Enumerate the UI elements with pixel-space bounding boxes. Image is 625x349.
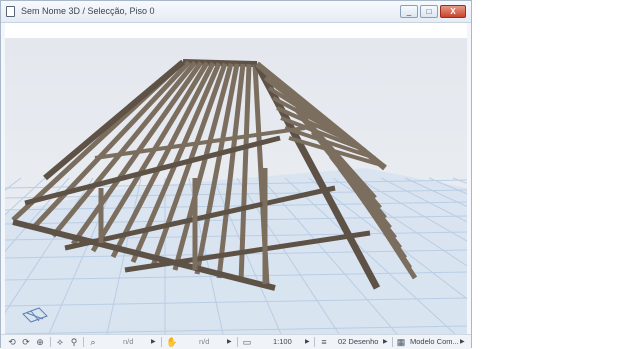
roof-truss-model xyxy=(5,59,467,334)
scale-value[interactable]: 1:100 xyxy=(273,336,292,348)
model-view-icon[interactable]: ▦ xyxy=(396,336,406,348)
document-icon xyxy=(6,6,15,17)
redo-view-icon[interactable]: ⟳ xyxy=(21,336,31,348)
separator xyxy=(83,337,84,347)
zoom-in-icon[interactable]: ⊕ xyxy=(35,336,45,348)
scale-dropdown-arrow[interactable]: ▶ xyxy=(305,336,310,348)
zoom-value: n/d xyxy=(123,337,134,346)
separator xyxy=(50,337,51,347)
ruler-icon[interactable]: ▭ xyxy=(242,336,252,348)
walk-icon[interactable]: ⚲ xyxy=(69,336,79,348)
minimize-button[interactable]: _ xyxy=(400,5,418,18)
rotate-icon[interactable]: ✋ xyxy=(166,336,177,348)
separator xyxy=(314,337,315,347)
3d-window: Sem Nome 3D / Selecção, Piso 0 _ □ X ⟲ ⟳… xyxy=(0,0,472,349)
close-button[interactable]: X xyxy=(440,5,466,18)
undo-view-icon[interactable]: ⟲ xyxy=(7,336,17,348)
layer-combination[interactable]: 02 Desenho xyxy=(338,336,378,348)
angle-dropdown-arrow[interactable]: ▶ xyxy=(227,336,232,348)
orbit-icon[interactable]: ⟡ xyxy=(55,336,65,348)
hip-rafter xyxy=(255,61,387,171)
3d-viewport[interactable] xyxy=(5,38,467,334)
layers-icon[interactable]: ≡ xyxy=(319,336,329,348)
model-view-dropdown-arrow[interactable]: ▶ xyxy=(460,336,465,348)
title-bar[interactable]: Sem Nome 3D / Selecção, Piso 0 _ □ X xyxy=(1,1,471,23)
separator xyxy=(237,337,238,347)
zoom-dropdown-arrow[interactable]: ▶ xyxy=(151,336,156,348)
window-title: Sem Nome 3D / Selecção, Piso 0 xyxy=(21,6,155,16)
layer-dropdown-arrow[interactable]: ▶ xyxy=(383,336,388,348)
status-bar: ⟲ ⟳ ⊕ ⟡ ⚲ ⌕ n/d ▶ ✋ n/d ▶ ▭ 1:100 ▶ ≡ 02… xyxy=(1,334,471,349)
separator xyxy=(161,337,162,347)
window-controls: _ □ X xyxy=(400,5,466,18)
model-view-options[interactable]: Modelo Com... xyxy=(410,336,459,348)
maximize-button[interactable]: □ xyxy=(420,5,438,18)
zoom-icon[interactable]: ⌕ xyxy=(88,336,98,348)
separator xyxy=(392,337,393,347)
info-strip xyxy=(5,23,467,38)
angle-value: n/d xyxy=(199,337,210,346)
